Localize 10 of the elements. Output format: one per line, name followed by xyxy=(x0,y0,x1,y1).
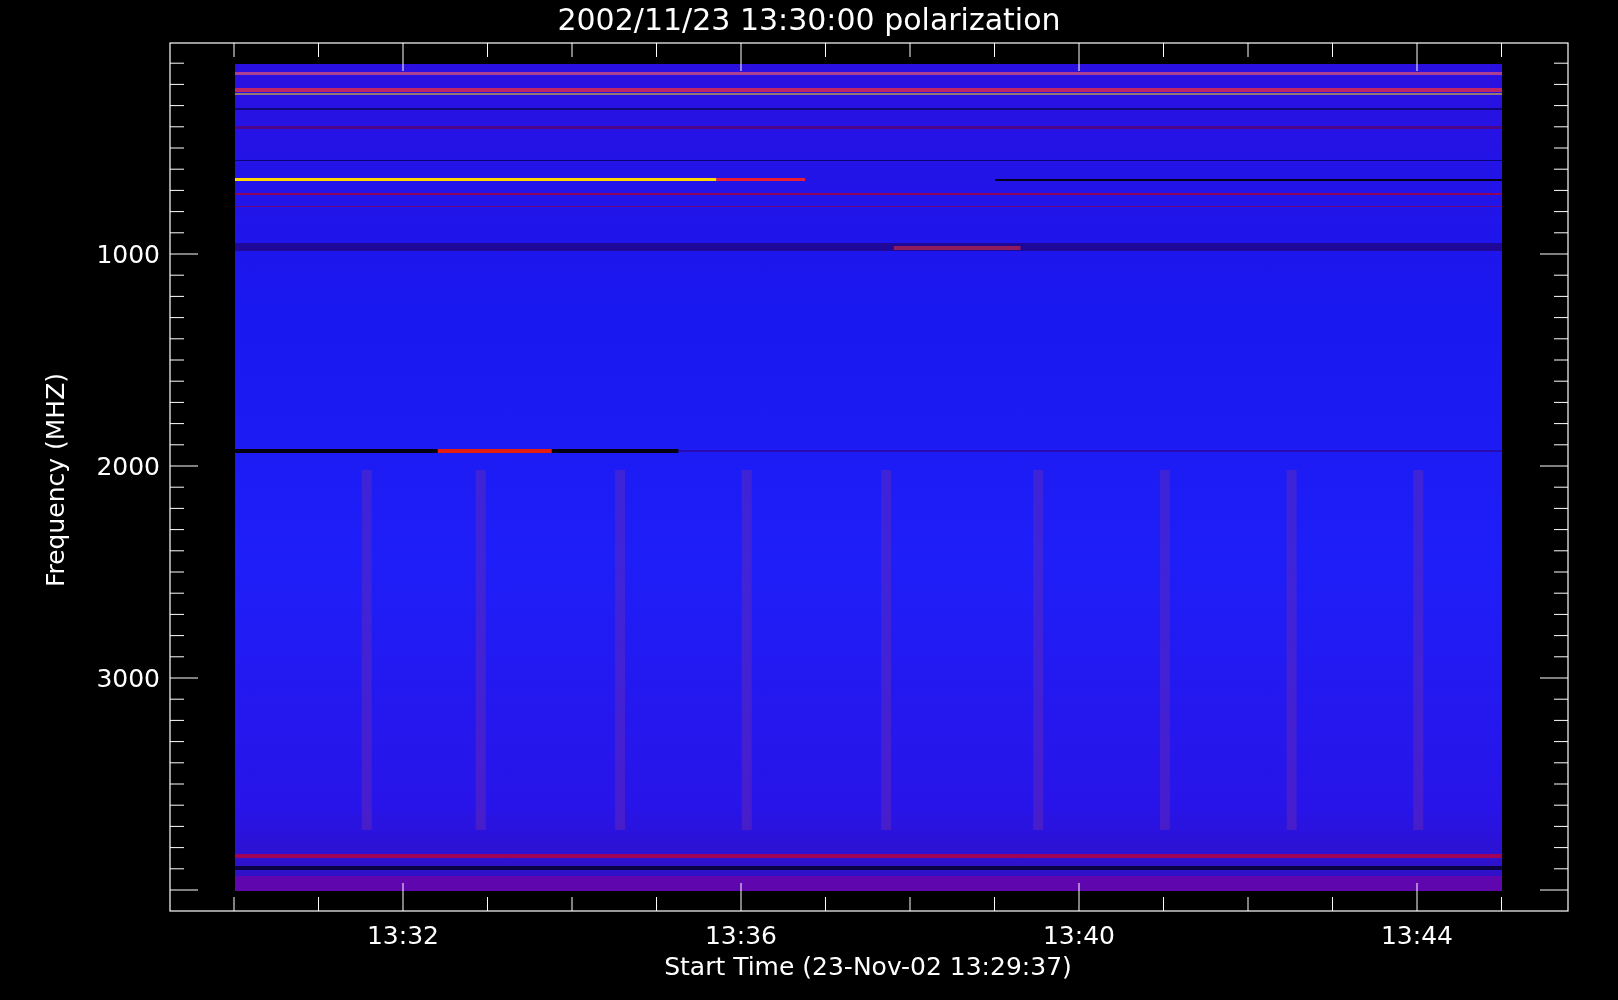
chart-title: 2002/11/23 13:30:00 polarization xyxy=(557,2,1061,37)
x-tick-label: 13:44 xyxy=(1381,921,1453,950)
x-tick-label: 13:32 xyxy=(367,921,439,950)
x-tick-label: 13:36 xyxy=(705,921,777,950)
y-tick-label: 3000 xyxy=(96,664,160,693)
x-axis-label: Start Time (23-Nov-02 13:29:37) xyxy=(664,952,1072,981)
y-tick-label: 1000 xyxy=(96,240,160,269)
y-axis-label: Frequency (MHZ) xyxy=(41,372,70,588)
y-tick-label: 2000 xyxy=(96,452,160,481)
x-tick-label: 13:40 xyxy=(1043,921,1115,950)
